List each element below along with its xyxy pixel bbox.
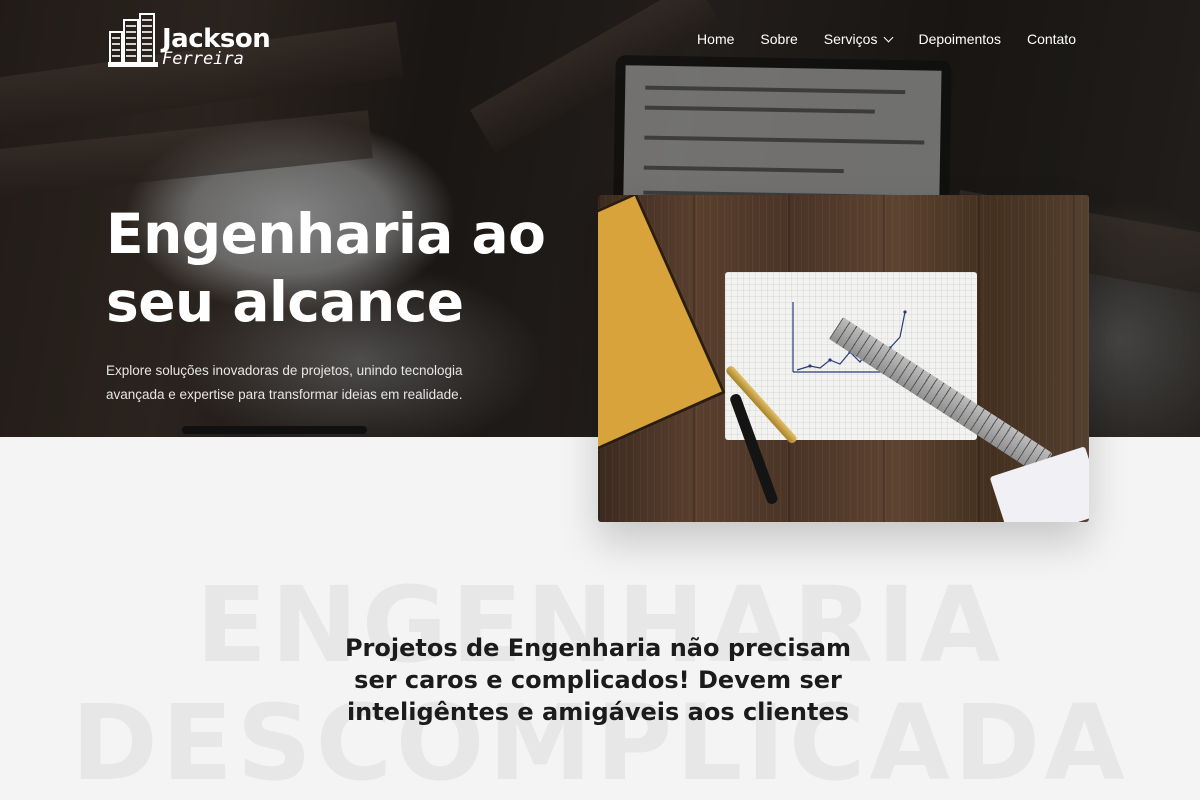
hero-title-line: seu alcance	[106, 270, 464, 334]
hero-title: Engenharia ao seu alcance	[106, 200, 576, 336]
nav-item-home[interactable]: Home	[697, 31, 734, 47]
nav-item-contato[interactable]: Contato	[1027, 31, 1076, 47]
nav-item-sobre[interactable]: Sobre	[760, 31, 797, 47]
notebook-illustration	[598, 195, 726, 459]
nav-item-label: Contato	[1026, 31, 1076, 47]
logo-text: Jackson Ferreira	[162, 26, 271, 68]
hero-title-line: Engenharia ao	[106, 202, 546, 266]
chevron-down-icon	[884, 32, 894, 42]
nav-item-label: Home	[697, 31, 735, 47]
main-nav: Home Sobre Serviços Depoimentos Contato	[671, 31, 1076, 47]
graph-paper-illustration	[725, 272, 977, 440]
nav-item-depoimentos[interactable]: Depoimentos	[918, 31, 1001, 47]
buildings-logo-icon	[108, 12, 160, 68]
nav-item-servicos[interactable]: Serviços	[823, 31, 894, 47]
nav-item-label: Serviços	[823, 31, 878, 47]
nav-item-label: Depoimentos	[918, 31, 1001, 47]
hero-feature-image	[598, 195, 1089, 522]
site-logo[interactable]: Jackson Ferreira	[108, 12, 271, 68]
nav-item-label: Sobre	[760, 31, 798, 47]
section-heading: Projetos de Engenharia não precisam ser …	[344, 634, 852, 726]
hero-description: Explore soluções inovadoras de projetos,…	[106, 363, 463, 402]
